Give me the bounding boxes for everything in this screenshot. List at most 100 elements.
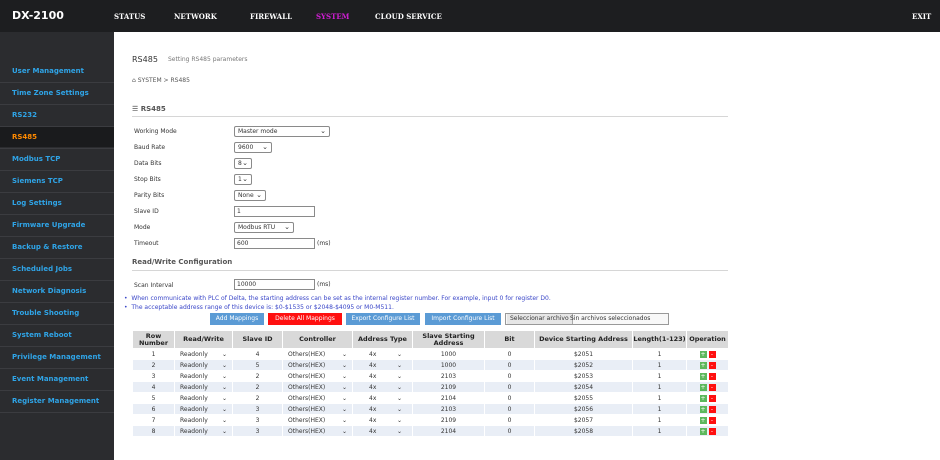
- address-type-select[interactable]: 4x ⌄: [352, 348, 413, 360]
- working-mode-select[interactable]: Master mode ⌄: [234, 126, 330, 137]
- controller-select[interactable]: Others(HEX) ⌄: [282, 403, 353, 415]
- sidebar-item-system-reboot[interactable]: System Reboot: [0, 325, 114, 345]
- address-type-select[interactable]: 4x ⌄: [352, 359, 413, 371]
- length-cell[interactable]: 1: [632, 392, 687, 404]
- read-write-select[interactable]: Readonly ⌄: [174, 403, 233, 415]
- nav-status[interactable]: STATUS: [114, 12, 145, 21]
- device-starting-address-cell[interactable]: $2056: [534, 403, 633, 415]
- sidebar-item-event-management[interactable]: Event Management: [0, 369, 114, 389]
- device-starting-address-cell[interactable]: $2057: [534, 414, 633, 426]
- device-starting-address-cell[interactable]: $2051: [534, 348, 633, 360]
- device-starting-address-cell[interactable]: $2054: [534, 381, 633, 393]
- slave-starting-address-cell[interactable]: 2103: [412, 370, 485, 382]
- slave-id-cell[interactable]: 3: [232, 403, 283, 415]
- read-write-select[interactable]: Readonly ⌄: [174, 414, 233, 426]
- nav-network[interactable]: NETWORK: [174, 12, 217, 21]
- slave-starting-address-cell[interactable]: 2104: [412, 425, 485, 437]
- sidebar-item-user-management[interactable]: User Management: [0, 61, 114, 81]
- read-write-select[interactable]: Readonly ⌄: [174, 425, 233, 437]
- delete-row-icon[interactable]: -: [708, 394, 716, 402]
- baud-rate-select[interactable]: 9600 ⌄: [234, 142, 272, 153]
- controller-select[interactable]: Others(HEX) ⌄: [282, 348, 353, 360]
- address-type-select[interactable]: 4x ⌄: [352, 370, 413, 382]
- add-row-icon[interactable]: +: [699, 350, 707, 358]
- data-bits-select[interactable]: 8 ⌄: [234, 158, 252, 169]
- add-row-icon[interactable]: +: [699, 394, 707, 402]
- exit-link[interactable]: EXIT: [912, 12, 931, 21]
- length-cell[interactable]: 1: [632, 403, 687, 415]
- device-starting-address-cell[interactable]: $2052: [534, 359, 633, 371]
- length-cell[interactable]: 1: [632, 359, 687, 371]
- slave-id-cell[interactable]: 3: [232, 425, 283, 437]
- bit-cell[interactable]: 0: [484, 348, 535, 360]
- mode-select[interactable]: Modbus RTU ⌄: [234, 222, 294, 233]
- sidebar-item-rs232[interactable]: RS232: [0, 105, 114, 125]
- delete-row-icon[interactable]: -: [708, 350, 716, 358]
- nav-cloud-service[interactable]: CLOUD SERVICE: [375, 12, 442, 21]
- address-type-select[interactable]: 4x ⌄: [352, 403, 413, 415]
- read-write-select[interactable]: Readonly ⌄: [174, 370, 233, 382]
- slave-id-cell[interactable]: 2: [232, 381, 283, 393]
- address-type-select[interactable]: 4x ⌄: [352, 381, 413, 393]
- sidebar-item-trouble-shooting[interactable]: Trouble Shooting: [0, 303, 114, 323]
- slave-starting-address-cell[interactable]: 2104: [412, 392, 485, 404]
- device-starting-address-cell[interactable]: $2058: [534, 425, 633, 437]
- address-type-select[interactable]: 4x ⌄: [352, 414, 413, 426]
- sidebar-item-scheduled-jobs[interactable]: Scheduled Jobs: [0, 259, 114, 279]
- delete-row-icon[interactable]: -: [708, 383, 716, 391]
- sidebar-item-register-management[interactable]: Register Management: [0, 391, 114, 411]
- bit-cell[interactable]: 0: [484, 425, 535, 437]
- timeout-input[interactable]: 600: [234, 238, 315, 249]
- slave-starting-address-cell[interactable]: 1000: [412, 359, 485, 371]
- sidebar-item-siemens-tcp[interactable]: Siemens TCP: [0, 171, 114, 191]
- slave-id-cell[interactable]: 5: [232, 359, 283, 371]
- slave-id-cell[interactable]: 3: [232, 414, 283, 426]
- read-write-select[interactable]: Readonly ⌄: [174, 348, 233, 360]
- controller-select[interactable]: Others(HEX) ⌄: [282, 381, 353, 393]
- delete-row-icon[interactable]: -: [708, 372, 716, 380]
- address-type-select[interactable]: 4x ⌄: [352, 392, 413, 404]
- bit-cell[interactable]: 0: [484, 359, 535, 371]
- slave-starting-address-cell[interactable]: 2109: [412, 381, 485, 393]
- add-row-icon[interactable]: +: [699, 361, 707, 369]
- controller-select[interactable]: Others(HEX) ⌄: [282, 425, 353, 437]
- device-starting-address-cell[interactable]: $2053: [534, 370, 633, 382]
- sidebar-item-log-settings[interactable]: Log Settings: [0, 193, 114, 213]
- export-configure-list-button[interactable]: Export Configure List: [346, 313, 420, 325]
- sidebar-item-firmware-upgrade[interactable]: Firmware Upgrade: [0, 215, 114, 235]
- delete-row-icon[interactable]: -: [708, 405, 716, 413]
- controller-select[interactable]: Others(HEX) ⌄: [282, 392, 353, 404]
- choose-file-button[interactable]: Seleccionar archivo: [507, 314, 573, 324]
- controller-select[interactable]: Others(HEX) ⌄: [282, 359, 353, 371]
- length-cell[interactable]: 1: [632, 370, 687, 382]
- import-configure-list-button[interactable]: Import Configure List: [425, 313, 501, 325]
- controller-select[interactable]: Others(HEX) ⌄: [282, 370, 353, 382]
- delete-row-icon[interactable]: -: [708, 416, 716, 424]
- add-row-icon[interactable]: +: [699, 405, 707, 413]
- nav-firewall[interactable]: FIREWALL: [250, 12, 292, 21]
- slave-starting-address-cell[interactable]: 1000: [412, 348, 485, 360]
- device-starting-address-cell[interactable]: $2055: [534, 392, 633, 404]
- stop-bits-select[interactable]: 1 ⌄: [234, 174, 252, 185]
- slave-starting-address-cell[interactable]: 2109: [412, 414, 485, 426]
- length-cell[interactable]: 1: [632, 381, 687, 393]
- delete-row-icon[interactable]: -: [708, 361, 716, 369]
- sidebar-item-privilege-management[interactable]: Privilege Management: [0, 347, 114, 367]
- add-row-icon[interactable]: +: [699, 427, 707, 435]
- controller-select[interactable]: Others(HEX) ⌄: [282, 414, 353, 426]
- delete-all-mappings-button[interactable]: Delete All Mappings: [268, 313, 342, 325]
- bit-cell[interactable]: 0: [484, 414, 535, 426]
- slave-id-input[interactable]: 1: [234, 206, 315, 217]
- add-mappings-button[interactable]: Add Mappings: [210, 313, 264, 325]
- sidebar-item-time-zone-settings[interactable]: Time Zone Settings: [0, 83, 114, 103]
- bit-cell[interactable]: 0: [484, 392, 535, 404]
- read-write-select[interactable]: Readonly ⌄: [174, 359, 233, 371]
- length-cell[interactable]: 1: [632, 348, 687, 360]
- add-row-icon[interactable]: +: [699, 372, 707, 380]
- slave-id-cell[interactable]: 4: [232, 348, 283, 360]
- slave-starting-address-cell[interactable]: 2103: [412, 403, 485, 415]
- slave-id-cell[interactable]: 2: [232, 392, 283, 404]
- sidebar-item-modbus-tcp[interactable]: Modbus TCP: [0, 149, 114, 169]
- length-cell[interactable]: 1: [632, 425, 687, 437]
- address-type-select[interactable]: 4x ⌄: [352, 425, 413, 437]
